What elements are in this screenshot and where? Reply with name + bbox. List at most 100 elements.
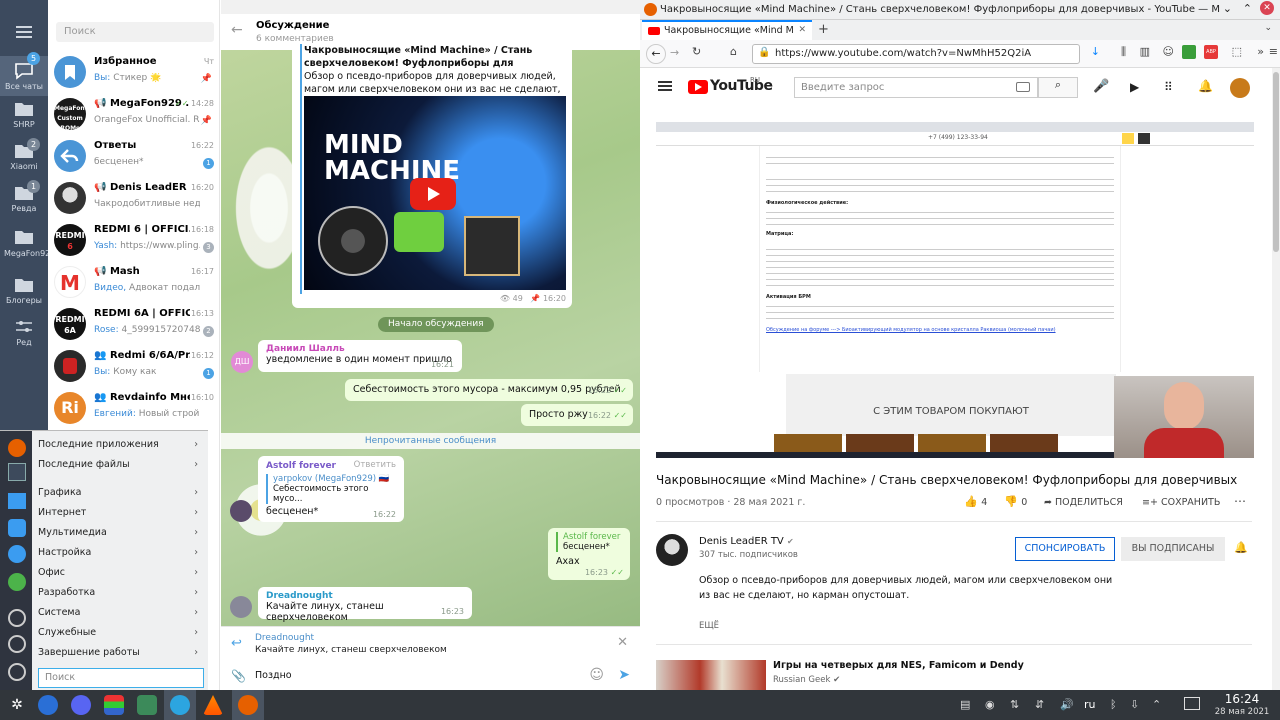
menu-icon[interactable]: ≡ xyxy=(1269,45,1278,58)
forward-icon[interactable]: → xyxy=(670,46,679,59)
recommended-title[interactable]: Игры на четверых для NES, Famicom и Dend… xyxy=(773,660,1024,671)
telegram-tray-icon[interactable]: ◉ xyxy=(985,698,995,711)
menu-search-input[interactable]: Поиск xyxy=(38,668,204,688)
menu-internet[interactable]: Интернет › xyxy=(38,507,204,518)
send-icon[interactable]: ➤ xyxy=(618,667,630,683)
tab-list-icon[interactable]: ⌄ xyxy=(1264,23,1272,33)
layers-icon[interactable] xyxy=(104,695,124,715)
extension-icon[interactable] xyxy=(1182,45,1196,59)
folder-bloggers[interactable]: Блогеры xyxy=(0,276,48,305)
account-avatar[interactable] xyxy=(1230,78,1250,98)
chat-item-favorites[interactable]: Избранное Чт Вы: Стикер 🌟 📌 xyxy=(48,52,220,94)
url-bar[interactable]: https://www.youtube.com/watch?v=NwMhH52Q… xyxy=(752,44,1080,64)
bell-icon[interactable]: 🔔 xyxy=(1234,541,1248,554)
clipboard-icon[interactable]: ▤ xyxy=(960,698,970,711)
new-tab-icon[interactable]: + xyxy=(818,22,829,37)
like-button[interactable]: 👍 4 xyxy=(964,495,987,508)
create-video-icon[interactable]: ▶ xyxy=(1130,80,1139,94)
library-icon[interactable]: ⫼ xyxy=(1121,45,1126,59)
menu-utilities[interactable]: Служебные › xyxy=(38,627,204,638)
app-launcher-icon[interactable]: ✲ xyxy=(8,696,26,714)
menu-recent-files[interactable]: Последние файлы › xyxy=(38,459,204,470)
menu-shutdown[interactable]: Завершение работы › xyxy=(38,647,204,658)
menu-settings[interactable]: Настройка › xyxy=(38,547,204,558)
search-icon[interactable]: ⌕ xyxy=(1038,77,1078,98)
menu-office[interactable]: Офис › xyxy=(38,567,204,578)
taskbar-firefox-active[interactable] xyxy=(232,690,264,720)
chat-search-input[interactable]: Поиск xyxy=(56,22,214,42)
reload-icon[interactable]: ↻ xyxy=(692,45,701,58)
microphone-icon[interactable]: 🎤 xyxy=(1093,79,1109,94)
channel-avatar[interactable] xyxy=(656,534,688,566)
konversation-icon[interactable] xyxy=(8,519,26,537)
recommended-thumbnail[interactable] xyxy=(656,660,766,690)
hamburger-icon[interactable] xyxy=(658,81,672,91)
network-icon[interactable]: ⇅ xyxy=(1010,698,1019,711)
home-icon[interactable]: ⌂ xyxy=(730,45,737,58)
menu-recent-apps[interactable]: Последние приложения › xyxy=(38,439,204,450)
chat-item-mash[interactable]: M 📢 Mash16:17 Видео, Адвокат подал ... xyxy=(48,262,220,304)
video-thumbnail[interactable]: MIND MACHINE xyxy=(304,96,566,290)
folder-revda[interactable]: 1 Ревда xyxy=(0,180,48,213)
terminal-icon[interactable] xyxy=(8,463,26,481)
more-icon[interactable]: ⋯ xyxy=(1234,494,1246,508)
chat-item-redmi6[interactable]: REDMI 6 REDMI 6 | OFFICI... 16:18 Yash: ht… xyxy=(48,220,220,262)
play-icon[interactable] xyxy=(410,178,456,210)
back-icon[interactable]: ← xyxy=(646,44,666,64)
extension-icon-2[interactable]: ⬚ xyxy=(1232,45,1242,58)
overflow-icon[interactable]: » xyxy=(1257,45,1264,58)
youtube-logo-icon[interactable] xyxy=(688,80,708,94)
menu-multimedia[interactable]: Мультимедиа › xyxy=(38,527,204,538)
system-monitor-icon[interactable] xyxy=(137,695,157,715)
vlc-icon[interactable] xyxy=(203,695,223,715)
folder-megafon[interactable]: MegaFon929 xyxy=(0,228,55,259)
settings-icon[interactable] xyxy=(8,545,26,563)
reply-button[interactable]: Ответить xyxy=(354,460,396,470)
hamburger-icon[interactable] xyxy=(16,26,32,38)
folder-edit[interactable]: Ред xyxy=(0,318,48,347)
chat-item-replies[interactable]: Ответы 16:22 бесценен* 1 xyxy=(48,136,220,178)
apps-icon[interactable]: ⠿ xyxy=(1164,80,1173,94)
file-manager-icon[interactable] xyxy=(8,493,26,509)
chat-item-megafon[interactable]: MegaFon929Custom ROMs 📢 MegaFon929 ...✓✓… xyxy=(48,94,220,136)
keyboard-layout[interactable]: ru xyxy=(1084,698,1096,711)
minimize-icon[interactable]: ⌄ xyxy=(1223,2,1232,15)
notifications-icon[interactable]: 🔔 xyxy=(1198,79,1213,93)
channel-name[interactable]: Denis LeadER TV ✔ xyxy=(699,536,794,547)
back-icon[interactable] xyxy=(8,609,26,627)
clock-time[interactable]: 16:24 xyxy=(1212,692,1272,706)
updates-icon[interactable]: ⇩ xyxy=(1130,698,1139,711)
chat-item-redmi-pro[interactable]: 👥 Redmi 6/6A/Pr...16:12 Вы: Кому как 1 xyxy=(48,346,220,388)
bluetooth-icon[interactable]: ᛒ xyxy=(1110,698,1117,711)
download-icon[interactable] xyxy=(8,573,26,591)
dislike-button[interactable]: 👎 0 xyxy=(1004,495,1027,508)
youtube-logo[interactable]: YouTube xyxy=(710,78,773,94)
close-icon[interactable]: ✕ xyxy=(617,635,628,650)
taskbar-telegram-active[interactable] xyxy=(164,690,196,720)
discord-icon[interactable] xyxy=(71,695,91,715)
video-player[interactable]: +7 (499) 123-33-94 Физиологическое дейст… xyxy=(656,122,1254,458)
sync-icon[interactable]: ☺ xyxy=(1163,45,1174,58)
tab-close-icon[interactable]: ✕ xyxy=(798,25,806,35)
folder-shrp[interactable]: SHRP xyxy=(0,100,48,129)
attach-icon[interactable]: 📎 xyxy=(231,669,246,683)
show-more-button[interactable]: ЕЩЁ xyxy=(699,621,719,631)
lock-icon[interactable] xyxy=(8,635,26,653)
show-desktop-icon[interactable] xyxy=(1184,697,1200,710)
back-arrow-icon[interactable]: ← xyxy=(231,22,243,38)
downloads-icon[interactable]: ↓ xyxy=(1091,45,1100,58)
tab-youtube[interactable]: Чакровыносящие «Mind M ✕ xyxy=(642,20,812,40)
maximize-icon[interactable]: ⌃ xyxy=(1243,2,1252,15)
save-button[interactable]: ≡+ СОХРАНИТЬ xyxy=(1142,497,1220,508)
keyboard-icon[interactable] xyxy=(1016,82,1030,92)
adblock-icon[interactable]: ABP xyxy=(1204,45,1218,59)
volume-icon[interactable]: 🔊 xyxy=(1060,698,1074,711)
menu-graphics[interactable]: Графика › xyxy=(38,487,204,498)
tray-expand-icon[interactable]: ⌃ xyxy=(1152,698,1161,711)
firefox-icon[interactable] xyxy=(8,439,26,457)
scrollbar[interactable] xyxy=(1272,68,1280,690)
sponsor-button[interactable]: СПОНСИРОВАТЬ xyxy=(1015,537,1115,561)
youtube-search-input[interactable]: Введите запрос xyxy=(794,77,1038,98)
sidebar-icon[interactable]: ▥ xyxy=(1140,45,1150,58)
folder-xiaomi[interactable]: 2 Xiaomi xyxy=(0,138,48,171)
